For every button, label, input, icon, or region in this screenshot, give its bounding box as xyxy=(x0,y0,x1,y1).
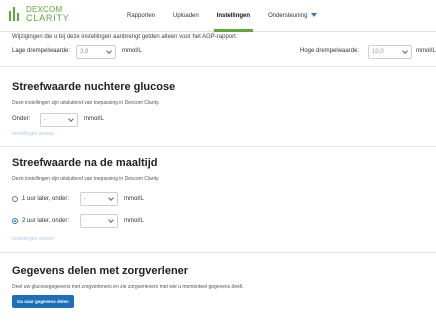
fasting-below-value: - xyxy=(44,117,46,123)
high-threshold-select[interactable]: 10,0 xyxy=(368,45,412,59)
chevron-down-icon xyxy=(68,116,74,122)
main-nav: Rapporten Uploaden Instellingen Onderste… xyxy=(118,0,326,32)
high-threshold-label: Hoge drempelwaarde: xyxy=(300,48,360,54)
postmeal-clear-link[interactable]: Instellingen wissen xyxy=(12,236,54,242)
postmeal-option-2-select[interactable]: - xyxy=(80,214,118,228)
chevron-down-icon xyxy=(108,217,114,223)
fasting-clear-link[interactable]: Instellingen wissen xyxy=(12,131,54,137)
fasting-unit: mmol/L xyxy=(84,116,104,122)
postmeal-option-2-unit: mmol/L xyxy=(124,218,144,224)
low-threshold-label: Lage drempelwaarde: xyxy=(12,48,71,54)
postmeal-option-1-value: - xyxy=(84,196,86,202)
postmeal-title: Streefwaarde na de maaltijd xyxy=(12,157,158,169)
postmeal-option-1[interactable]: 1 uur later, onder: xyxy=(12,191,69,207)
fasting-title: Streefwaarde nuchtere glucose xyxy=(12,81,176,93)
postmeal-desc: Deze instellingen zijn uitsluitend van t… xyxy=(12,176,160,182)
chevron-down-icon xyxy=(106,48,112,54)
postmeal-option-2-label: 2 uur later, onder: xyxy=(22,218,70,224)
logo-bars-icon xyxy=(9,7,19,21)
nav-settings[interactable]: Instellingen xyxy=(208,0,259,32)
low-threshold-unit: mmol/L xyxy=(122,48,142,54)
nav-support[interactable]: Ondersteuning xyxy=(259,0,326,32)
nav-support-label: Ondersteuning xyxy=(268,13,308,19)
postmeal-option-1-select[interactable]: - xyxy=(80,192,118,206)
fasting-desc: Deze instellingen zijn uitsluitend van t… xyxy=(12,100,160,106)
radio-icon[interactable] xyxy=(12,196,18,202)
logo-product-text: CLARITY xyxy=(26,13,70,23)
chevron-down-icon xyxy=(311,13,318,18)
share-section: Gegevens delen met zorgverlener Deel uw … xyxy=(0,252,436,322)
fasting-below-select[interactable]: - xyxy=(40,113,78,127)
share-desc: Deel uw glucosegegevens met zorgverlener… xyxy=(12,284,244,290)
radio-checked-icon[interactable] xyxy=(12,218,18,224)
fasting-section: Streefwaarde nuchtere glucose Deze inste… xyxy=(0,66,436,146)
chevron-down-icon xyxy=(402,48,408,54)
high-threshold-value: 10,0 xyxy=(372,49,384,55)
fasting-below-label: Onder: xyxy=(12,116,31,122)
nav-upload[interactable]: Uploaden xyxy=(164,0,208,32)
low-threshold-value: 3,9 xyxy=(80,49,89,55)
postmeal-section: Streefwaarde na de maaltijd Deze instell… xyxy=(0,146,436,252)
intro-text: Wijzigingen die u bij deze instellingen … xyxy=(12,34,238,40)
postmeal-option-2-value: - xyxy=(84,218,86,224)
agp-threshold-row: Lage drempelwaarde: 3,9 mmol/L Hoge drem… xyxy=(12,42,436,66)
postmeal-option-1-unit: mmol/L xyxy=(124,196,144,202)
top-bar: DEXCOM CLARITY Rapporten Uploaden Instel… xyxy=(0,0,436,32)
go-to-sharing-button[interactable]: Ga naar gegevens delen xyxy=(12,295,74,308)
low-threshold-select[interactable]: 3,9 xyxy=(76,45,116,59)
nav-reports[interactable]: Rapporten xyxy=(118,0,164,32)
share-title: Gegevens delen met zorgverlener xyxy=(12,265,189,277)
settings-content: Wijzigingen die u bij deze instellingen … xyxy=(0,32,436,322)
postmeal-option-1-label: 1 uur later, onder: xyxy=(22,196,70,202)
dexcom-clarity-logo[interactable]: DEXCOM CLARITY xyxy=(8,5,70,23)
chevron-down-icon xyxy=(108,195,114,201)
postmeal-option-2[interactable]: 2 uur later, onder: xyxy=(12,213,69,229)
high-threshold-unit: mmol/L xyxy=(416,48,436,54)
